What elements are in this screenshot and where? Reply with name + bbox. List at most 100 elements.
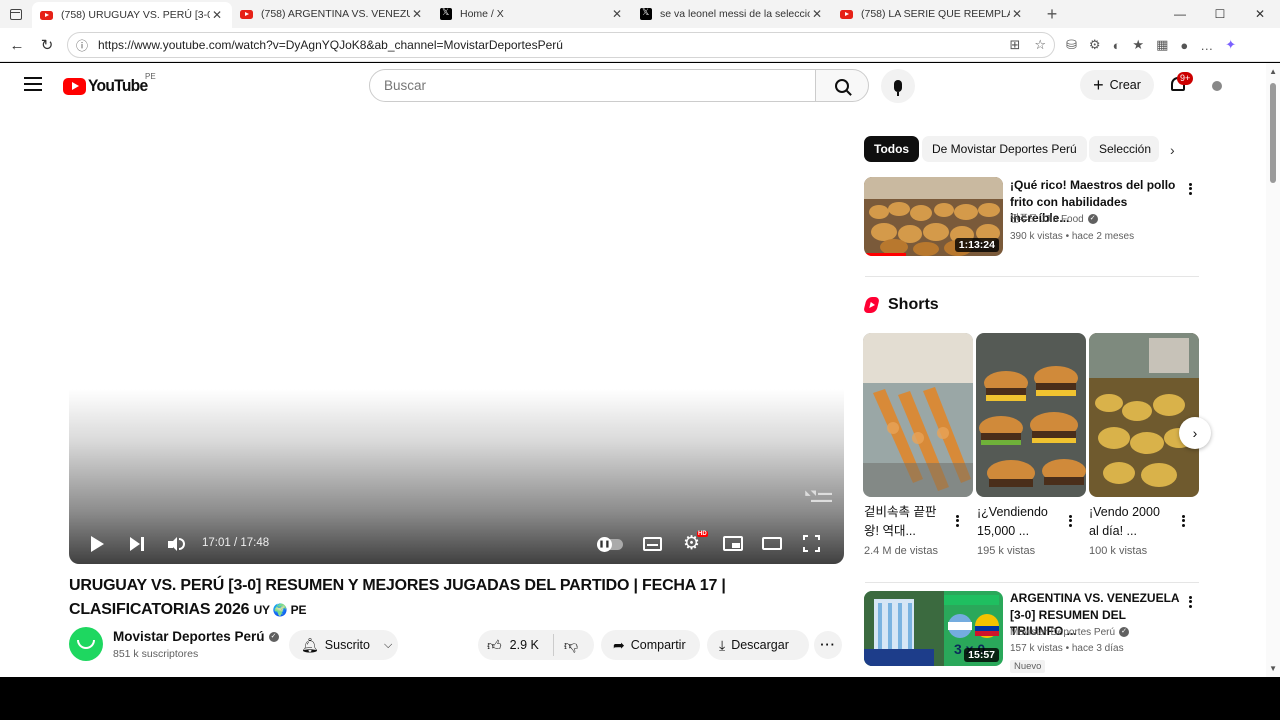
new-tab-button[interactable]: +: [1038, 4, 1066, 25]
short-views: 100 k vistas: [1089, 545, 1148, 557]
theater-mode-icon[interactable]: [762, 537, 782, 550]
search-input[interactable]: Buscar: [369, 69, 817, 102]
short-thumbnail-shrimp[interactable]: [863, 333, 973, 497]
x-favicon-icon: [440, 7, 452, 20]
create-label: Crear: [1109, 78, 1141, 92]
page-scrollbar[interactable]: ▲ ▼: [1266, 63, 1280, 677]
youtube-logo[interactable]: YouTube PE: [63, 72, 156, 96]
tab-uruguay-peru[interactable]: (758) URUGUAY VS. PERÚ [3-0] RESUMEN ✕: [32, 2, 232, 28]
subtitles-icon[interactable]: [643, 537, 662, 551]
more-options-icon[interactable]: [1181, 513, 1185, 528]
scrollbar-thumb[interactable]: [1270, 83, 1276, 183]
next-icon[interactable]: [130, 536, 144, 552]
share-arrow-icon: ➦: [613, 637, 625, 653]
reload-button[interactable]: ↻: [32, 30, 62, 60]
account-avatar[interactable]: [1212, 81, 1222, 91]
fullscreen-icon[interactable]: [803, 535, 820, 552]
favorites-icon[interactable]: ★: [1132, 37, 1144, 53]
more-options-icon[interactable]: [1068, 513, 1072, 528]
short-thumbnail-burgers[interactable]: [976, 333, 1086, 497]
tab-actions-icon[interactable]: [0, 0, 32, 28]
favorite-star-icon[interactable]: ☆: [1034, 37, 1046, 53]
autoplay-toggle[interactable]: ❚❚: [597, 537, 623, 552]
extensions-area: ⛁ ⚙ ◐ ★ ▦ ● … ✦: [1066, 32, 1236, 58]
more-options-icon[interactable]: [1188, 181, 1192, 196]
subscriber-count: 851 k suscriptores: [113, 648, 199, 660]
chevron-down-icon: ⌵: [383, 638, 393, 651]
close-tab-icon[interactable]: ✕: [410, 7, 424, 21]
pause-icon: ❚❚: [597, 537, 612, 552]
like-divider: [552, 634, 554, 656]
scroll-up-icon[interactable]: ▲: [1269, 67, 1277, 76]
close-window-icon[interactable]: ✕: [1240, 0, 1280, 28]
download-button[interactable]: ⤓ Descargar: [707, 630, 809, 660]
close-tab-icon[interactable]: ✕: [810, 7, 824, 21]
download-icon: ⤓: [719, 637, 726, 653]
microphone-icon: [894, 80, 902, 96]
split-screen-icon[interactable]: ◐: [1113, 38, 1121, 53]
channel-watermark[interactable]: ◣◥ ▬▬ ▬▬▬: [805, 489, 832, 504]
app-available-icon[interactable]: ⊞: [1009, 37, 1020, 53]
time-display: 17:01 / 17:48: [202, 537, 270, 549]
extension-icon[interactable]: ⛁: [1066, 37, 1077, 53]
tab-title: (758) ARGENTINA VS. VENEZUELA: [261, 8, 410, 20]
short-title[interactable]: ¡¿Vendiendo 15,000 ...: [977, 503, 1057, 541]
copilot-icon[interactable]: ✦: [1225, 37, 1236, 53]
tab-home-x[interactable]: Home / X ✕: [432, 2, 632, 26]
guide-menu-icon[interactable]: [24, 77, 42, 91]
close-tab-icon[interactable]: ✕: [210, 8, 224, 22]
rec-thumbnail-argentina-venezuela[interactable]: 3 x 0 15:57: [864, 591, 1003, 666]
verified-icon: ✓: [1087, 214, 1098, 225]
subscribed-button[interactable]: 🔔︎ Suscrito ⌵: [289, 630, 398, 660]
address-bar[interactable]: ⓘ https://www.youtube.com/watch?v=DyAgnY…: [67, 32, 1055, 58]
maximize-icon[interactable]: ☐: [1200, 0, 1240, 28]
channel-avatar[interactable]: [69, 627, 103, 661]
chip-de-movistar[interactable]: De Movistar Deportes Perú: [922, 136, 1087, 162]
dislike-icon[interactable]: 👎︎: [564, 638, 578, 652]
like-count[interactable]: 2.9 K: [510, 638, 539, 652]
short-title[interactable]: 겉비속촉 끝판왕! 역대...: [864, 503, 944, 541]
search-button[interactable]: [815, 69, 869, 102]
more-options-icon[interactable]: [955, 513, 959, 528]
chip-seleccion[interactable]: Selección: [1089, 136, 1159, 162]
rec-channel[interactable]: Movistar Deportes Perú ✓: [1010, 625, 1130, 640]
minimize-icon[interactable]: —: [1160, 0, 1200, 28]
close-tab-icon[interactable]: ✕: [1010, 7, 1024, 21]
rec-meta: 390 k vistas • hace 2 meses: [1010, 231, 1135, 242]
miniplayer-icon[interactable]: [723, 536, 743, 551]
profile-icon[interactable]: ●: [1180, 38, 1188, 53]
rec-thumbnail-fried-chicken[interactable]: 1:13:24: [864, 177, 1003, 256]
site-info-icon[interactable]: ⓘ: [76, 38, 90, 53]
short-thumbnail-fries[interactable]: [1089, 333, 1199, 497]
chip-todos[interactable]: Todos: [864, 136, 920, 162]
play-icon[interactable]: [91, 536, 104, 552]
youtube-play-icon: [63, 77, 86, 95]
settings-more-icon[interactable]: …: [1200, 38, 1213, 53]
share-button[interactable]: ➦ Compartir: [601, 630, 700, 660]
youtube-favicon-icon: [40, 10, 53, 20]
address-bar-actions: ⊞ ☆: [1009, 37, 1046, 53]
tab-la-serie[interactable]: (758) LA SERIE QUE REEMPLAZARÁ ✕: [832, 2, 1032, 26]
collections-icon[interactable]: ▦: [1156, 37, 1168, 53]
scroll-down-icon[interactable]: ▼: [1269, 664, 1277, 673]
create-button[interactable]: + Crear: [1080, 70, 1154, 100]
close-tab-icon[interactable]: ✕: [610, 7, 624, 21]
voice-search-button[interactable]: [881, 69, 915, 103]
tab-argentina-venezuela[interactable]: (758) ARGENTINA VS. VENEZUELA ✕: [232, 2, 432, 26]
back-button[interactable]: ←: [2, 30, 32, 60]
channel-name[interactable]: Movistar Deportes Perú ✓: [113, 629, 279, 644]
video-title-text: URUGUAY VS. PERÚ [3-0] RESUMEN Y MEJORES…: [69, 577, 726, 618]
more-options-icon[interactable]: [1188, 594, 1192, 609]
x-favicon-icon: [640, 7, 652, 20]
rec-channel[interactable]: 찐푸드 JJin Food ✓: [1010, 212, 1098, 227]
shorts-next-button[interactable]: ›: [1179, 417, 1211, 449]
puzzle-extensions-icon[interactable]: ⚙: [1089, 37, 1101, 53]
like-dislike-group: 👍︎ 2.9 K 👎︎: [478, 630, 594, 660]
like-icon[interactable]: 👍︎: [487, 638, 502, 652]
tab-messi-search[interactable]: se va leonel messi de la seleccion ✕: [632, 2, 832, 26]
chevron-right-icon[interactable]: ›: [1170, 142, 1175, 158]
video-duration: 15:57: [964, 648, 999, 662]
more-actions-button[interactable]: ···: [814, 631, 842, 659]
short-title[interactable]: ¡Vendo 2000 al día! ...: [1089, 503, 1169, 541]
video-player[interactable]: ◣◥ ▬▬ ▬▬▬: [69, 125, 844, 564]
